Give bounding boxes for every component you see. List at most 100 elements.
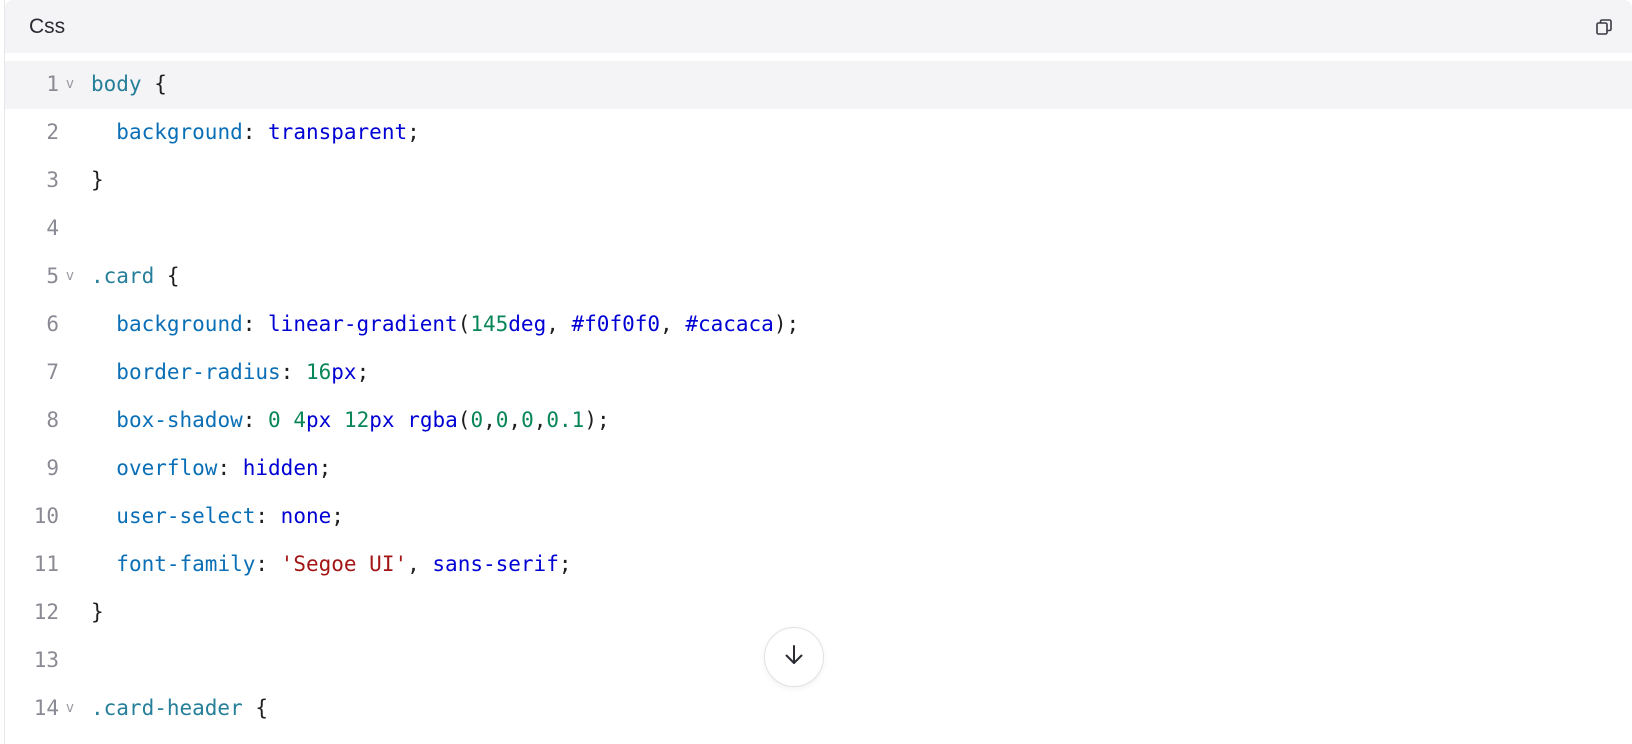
- code-token: body: [91, 72, 142, 96]
- code-token: 16: [305, 360, 332, 384]
- code-token: ,: [546, 312, 572, 336]
- code-text: border-radius: 16px;: [91, 349, 369, 395]
- code-token: {: [242, 696, 269, 720]
- code-token: (: [457, 312, 471, 336]
- code-token: 12: [343, 408, 370, 432]
- code-token: :: [242, 120, 269, 144]
- code-text: user-select: none;: [91, 493, 344, 539]
- line-number: 12: [33, 600, 59, 624]
- code-token: ,: [533, 408, 547, 432]
- code-token: #cacaca: [685, 312, 774, 336]
- code-token: background: [116, 120, 243, 144]
- code-block: Css 1 v body {2 background: transparent; 3}…: [4, 0, 1632, 744]
- line-number: 4: [46, 216, 59, 240]
- line-number: 1: [46, 72, 59, 96]
- code-token: :: [280, 360, 306, 384]
- arrow-down-icon: [781, 642, 807, 673]
- line-number: 7: [46, 360, 59, 384]
- code-text: background: linear-gradient(145deg, #f0f…: [91, 301, 799, 347]
- fold-toggle-icon[interactable]: v: [63, 253, 77, 299]
- code-token: background: [116, 312, 243, 336]
- code-token: 0.1: [546, 408, 585, 432]
- line-number: 9: [46, 456, 59, 480]
- fold-toggle-icon[interactable]: v: [63, 685, 77, 731]
- code-text: }: [91, 157, 104, 203]
- code-token: ,: [483, 408, 496, 432]
- code-line: 3}: [5, 157, 1632, 205]
- code-block-header: Css: [5, 0, 1632, 53]
- code-token: :: [242, 408, 269, 432]
- code-token: user-select: [116, 504, 256, 528]
- code-text: }: [91, 589, 104, 635]
- copy-icon[interactable]: [1592, 15, 1616, 39]
- code-token: overflow: [116, 456, 218, 480]
- code-token: transparent: [268, 120, 408, 144]
- code-token: 0: [470, 408, 484, 432]
- code-line: 1 v body {: [5, 61, 1632, 109]
- code-text: box-shadow: 0 4px 12px rgba(0,0,0,0.1);: [91, 397, 610, 443]
- code-line: 14 v .card-header {: [5, 685, 1632, 733]
- code-token: #f0f0f0: [571, 312, 661, 336]
- line-number: 3: [46, 168, 59, 192]
- code-token: :: [255, 504, 281, 528]
- scroll-down-button[interactable]: [764, 627, 824, 687]
- code-content[interactable]: 1 v body {2 background: transparent; 3} 4 5 v.…: [5, 61, 1632, 733]
- line-number: 11: [33, 552, 59, 576]
- line-number: 6: [46, 312, 59, 336]
- code-token: .card: [91, 264, 155, 288]
- code-line: 2 background: transparent;: [5, 109, 1632, 157]
- code-token: );: [773, 312, 800, 336]
- line-number: 13: [33, 648, 59, 672]
- code-text: .card-header {: [91, 685, 268, 731]
- line-number: 5: [46, 264, 59, 288]
- code-token: 0: [268, 408, 281, 432]
- code-token: box-shadow: [116, 408, 243, 432]
- code-token: );: [584, 408, 610, 432]
- code-token: ;: [356, 360, 370, 384]
- code-token: sans-serif: [432, 552, 559, 576]
- line-number: 10: [33, 504, 59, 528]
- code-token: font-family: [116, 552, 256, 576]
- code-line: 11 font-family: 'Segoe UI', sans-serif;: [5, 541, 1632, 589]
- code-token: :: [217, 456, 243, 480]
- code-token: linear-gradient: [268, 312, 458, 336]
- code-token: {: [154, 264, 180, 288]
- code-token: 145: [470, 312, 509, 336]
- code-token: hidden: [242, 456, 319, 480]
- code-token: :: [255, 552, 281, 576]
- code-line: 4: [5, 205, 1632, 253]
- code-token: :: [242, 312, 269, 336]
- code-text: background: transparent;: [91, 109, 419, 155]
- fold-toggle-icon[interactable]: v: [63, 61, 77, 107]
- code-token: }: [91, 600, 104, 624]
- code-token: ,: [407, 552, 433, 576]
- code-token: deg: [508, 312, 547, 336]
- language-label: Css: [29, 15, 66, 38]
- code-line: 8 box-shadow: 0 4px 12px rgba(0,0,0,0.1)…: [5, 397, 1632, 445]
- code-token: ,: [508, 408, 522, 432]
- code-token: ,: [660, 312, 686, 336]
- code-token: 0: [521, 408, 534, 432]
- line-number: 14: [33, 696, 59, 720]
- code-token: 0: [495, 408, 509, 432]
- line-number: 2: [46, 120, 59, 144]
- code-token: px: [306, 408, 332, 432]
- code-token: 4: [293, 408, 306, 432]
- code-line: 9 overflow: hidden;: [5, 445, 1632, 493]
- code-line: 12}: [5, 589, 1632, 637]
- code-line: 10 user-select: none;: [5, 493, 1632, 541]
- code-token: (: [457, 408, 471, 432]
- code-token: }: [91, 168, 104, 192]
- code-text: overflow: hidden;: [91, 445, 331, 491]
- code-line: 7 border-radius: 16px;: [5, 349, 1632, 397]
- code-token: .card-header: [91, 696, 243, 720]
